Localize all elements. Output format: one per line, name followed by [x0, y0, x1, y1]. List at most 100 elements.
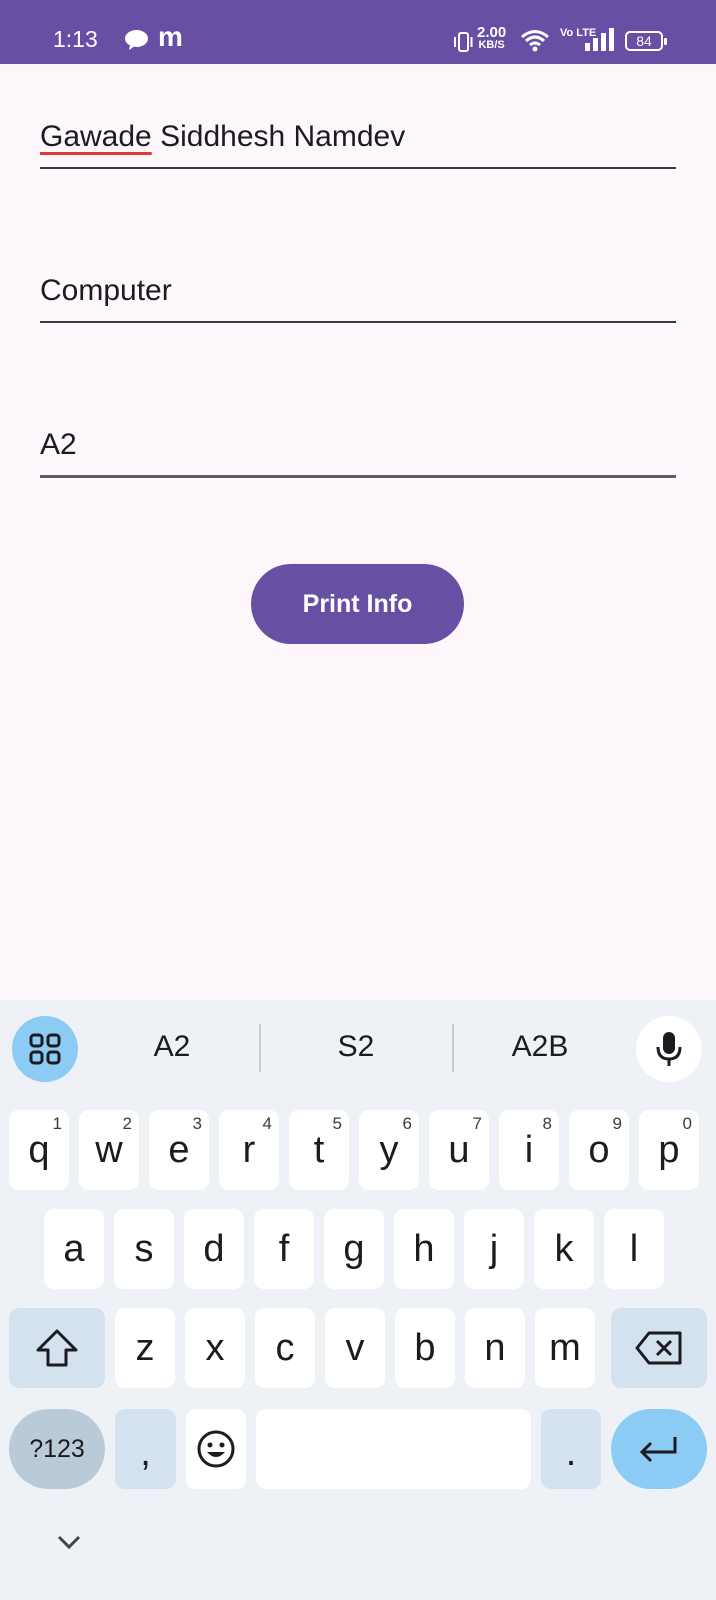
division-field-value: A2 — [40, 428, 77, 461]
key-k[interactable]: k — [534, 1209, 594, 1289]
key-i[interactable]: i8 — [499, 1110, 559, 1190]
enter-key[interactable] — [611, 1409, 707, 1489]
key-w[interactable]: w2 — [79, 1110, 139, 1190]
key-label: t — [313, 1128, 325, 1171]
keyboard-menu-button[interactable] — [12, 1016, 78, 1082]
key-hint: 7 — [472, 1114, 482, 1133]
key-label: w — [95, 1128, 123, 1171]
division-field[interactable]: A2 — [40, 428, 676, 478]
key-e[interactable]: e3 — [149, 1110, 209, 1190]
key-hint: 9 — [612, 1114, 622, 1133]
key-r[interactable]: r4 — [219, 1110, 279, 1190]
misspelled-word: Gawade — [40, 120, 152, 153]
space-key[interactable] — [256, 1409, 531, 1489]
key-o[interactable]: o9 — [569, 1110, 629, 1190]
signal-icon — [585, 28, 614, 51]
key-hint: 0 — [682, 1114, 692, 1133]
branch-field-underline — [40, 321, 676, 323]
key-label: o — [588, 1128, 610, 1171]
suggestion-divider — [452, 1024, 454, 1072]
key-t[interactable]: t5 — [289, 1110, 349, 1190]
key-l[interactable]: l — [604, 1209, 664, 1289]
backspace-icon — [635, 1331, 682, 1365]
key-hint: 5 — [332, 1114, 342, 1133]
key-s[interactable]: s — [114, 1209, 174, 1289]
key-label: g — [343, 1227, 365, 1270]
key-a[interactable]: a — [44, 1209, 104, 1289]
voice-input-button[interactable] — [636, 1016, 702, 1082]
wifi-icon — [521, 30, 549, 52]
vibrate-icon — [454, 32, 473, 52]
key-label: p — [658, 1128, 680, 1171]
chevron-down-icon[interactable] — [56, 1534, 82, 1550]
name-field-value: Gawade Siddhesh Namdev — [40, 120, 676, 154]
suggestion-2[interactable]: S2 — [296, 1030, 416, 1064]
enter-icon — [639, 1437, 677, 1463]
key-label: e — [168, 1128, 190, 1171]
key-label: b — [414, 1326, 436, 1369]
key-d[interactable]: d — [184, 1209, 244, 1289]
key-hint: 4 — [262, 1114, 272, 1133]
shift-key[interactable] — [9, 1308, 105, 1388]
symbols-key[interactable]: ?123 — [9, 1409, 105, 1489]
key-label: x — [205, 1326, 225, 1369]
key-m[interactable]: m — [535, 1308, 595, 1388]
key-label: h — [413, 1227, 435, 1270]
branch-field-value: Computer — [40, 274, 172, 307]
key-b[interactable]: b — [395, 1308, 455, 1388]
name-field[interactable]: Gawade Siddhesh Namdev — [40, 120, 676, 170]
grid-icon — [29, 1033, 61, 1065]
key-label: j — [489, 1227, 499, 1270]
microphone-icon — [656, 1032, 682, 1066]
key-n[interactable]: n — [465, 1308, 525, 1388]
key-hint: 6 — [402, 1114, 412, 1133]
key-v[interactable]: v — [325, 1308, 385, 1388]
comma-key[interactable]: , — [115, 1409, 176, 1489]
suggestion-3[interactable]: A2B — [480, 1030, 600, 1064]
key-label: s — [134, 1227, 154, 1270]
key-label: z — [135, 1326, 155, 1369]
key-j[interactable]: j — [464, 1209, 524, 1289]
key-hint: 2 — [122, 1114, 132, 1133]
suggestion-divider — [259, 1024, 261, 1072]
key-x[interactable]: x — [185, 1308, 245, 1388]
branch-field[interactable]: Computer — [40, 274, 676, 324]
key-g[interactable]: g — [324, 1209, 384, 1289]
network-speed-unit: KB/S — [478, 39, 505, 51]
emoji-key[interactable] — [186, 1409, 246, 1489]
key-z[interactable]: z — [115, 1308, 175, 1388]
key-hint: 3 — [192, 1114, 202, 1133]
shift-icon — [36, 1329, 78, 1367]
key-label: y — [379, 1128, 399, 1171]
key-label: d — [203, 1227, 225, 1270]
key-h[interactable]: h — [394, 1209, 454, 1289]
key-label: i — [524, 1128, 534, 1171]
status-bar: 1:13 m 2.00 KB/S Vo LTE 84 — [0, 0, 716, 64]
chat-bubble-icon — [125, 30, 148, 50]
backspace-key[interactable] — [611, 1308, 707, 1388]
name-field-underline — [40, 167, 676, 169]
key-label: a — [63, 1227, 85, 1270]
key-label: n — [484, 1326, 506, 1369]
period-key[interactable]: . — [541, 1409, 601, 1489]
print-info-button[interactable]: Print Info — [251, 564, 464, 644]
key-c[interactable]: c — [255, 1308, 315, 1388]
emoji-icon — [197, 1430, 235, 1468]
key-label: k — [554, 1227, 574, 1270]
key-u[interactable]: u7 — [429, 1110, 489, 1190]
m-app-icon: m — [158, 21, 183, 52]
division-field-underline — [40, 475, 676, 478]
key-label: c — [275, 1326, 295, 1369]
key-y[interactable]: y6 — [359, 1110, 419, 1190]
key-label: f — [278, 1227, 290, 1270]
battery-indicator: 84 — [625, 31, 667, 51]
key-q[interactable]: q1 — [9, 1110, 69, 1190]
key-label: l — [629, 1227, 639, 1270]
key-f[interactable]: f — [254, 1209, 314, 1289]
key-label: v — [345, 1326, 365, 1369]
key-p[interactable]: p0 — [639, 1110, 699, 1190]
key-hint: 8 — [542, 1114, 552, 1133]
suggestion-1[interactable]: A2 — [112, 1030, 232, 1064]
key-label: u — [448, 1128, 470, 1171]
key-label: r — [242, 1128, 256, 1171]
